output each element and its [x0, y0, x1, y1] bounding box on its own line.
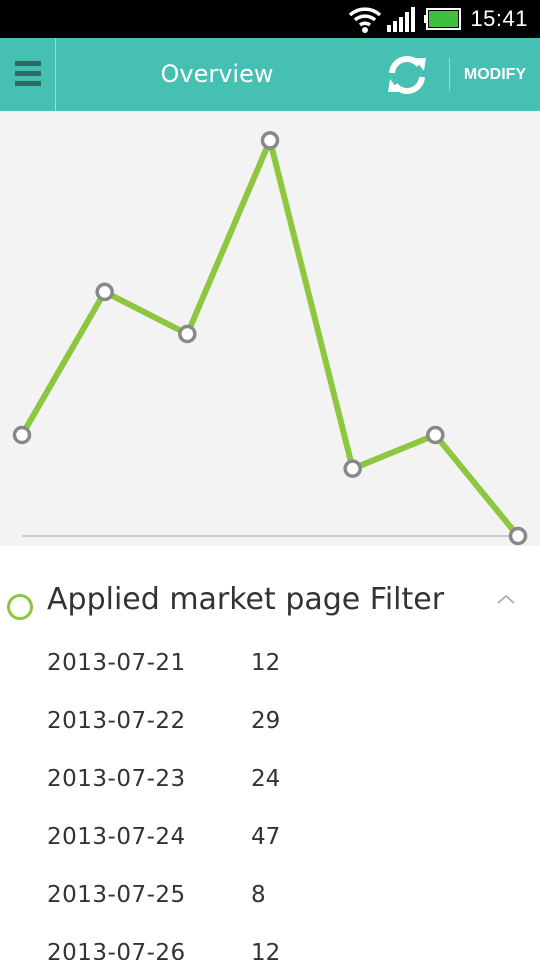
page-title: Overview [160, 60, 274, 88]
hamburger-line [15, 81, 41, 86]
row-value: 12 [251, 940, 281, 960]
series-label: Applied market page Filter [47, 582, 445, 617]
row-date: 2013-07-24 [47, 824, 186, 850]
row-value: 12 [251, 650, 281, 676]
chevron-up-icon[interactable] [494, 588, 518, 612]
data-point [12, 425, 32, 445]
data-point [343, 459, 362, 478]
data-point [95, 282, 114, 302]
data-rows: 2013-07-21 12 2013-07-22 29 2013-07-23 24 2013… [0, 646, 540, 960]
status-bar: 15:41 [0, 0, 540, 38]
refresh-icon[interactable] [384, 52, 430, 98]
signal-icon [387, 7, 415, 32]
hamburger-menu-icon [15, 61, 41, 66]
battery-icon [424, 8, 461, 30]
data-list: Applied market page Filter 2013-07-21 12 2… [0, 546, 540, 960]
modify-button[interactable]: MODIFY [450, 38, 540, 111]
series-header[interactable]: Applied market page Filter [0, 576, 540, 626]
chart-svg [12, 131, 528, 546]
row-value: 8 [251, 882, 266, 908]
hamburger-line [15, 71, 41, 76]
row-value: 29 [251, 708, 281, 734]
row-date: 2013-07-25 [47, 882, 186, 908]
row-date: 2013-07-22 [47, 708, 186, 734]
action-bar: Overview MODIFY [0, 38, 540, 111]
data-points [12, 131, 528, 546]
list-item: 2013-07-23 24 [0, 762, 540, 820]
list-item: 2013-07-26 12 [0, 936, 540, 960]
row-date: 2013-07-21 [47, 650, 186, 676]
list-item: 2013-07-21 12 [0, 646, 540, 704]
wifi-icon [348, 7, 382, 33]
row-value: 47 [251, 824, 281, 850]
list-item: 2013-07-25 8 [0, 878, 540, 936]
menu-button[interactable] [0, 38, 56, 111]
line-chart [0, 111, 540, 546]
data-point [426, 425, 445, 445]
data-point [178, 324, 197, 344]
row-date: 2013-07-26 [47, 940, 186, 960]
series-line [19, 137, 521, 538]
series-color-marker-icon [7, 594, 33, 620]
data-point [508, 526, 528, 546]
list-item: 2013-07-22 29 [0, 704, 540, 762]
data-point [260, 131, 280, 150]
list-item: 2013-07-24 47 [0, 820, 540, 878]
row-date: 2013-07-23 [47, 766, 186, 792]
row-value: 24 [251, 766, 281, 792]
clock: 15:41 [470, 6, 528, 31]
